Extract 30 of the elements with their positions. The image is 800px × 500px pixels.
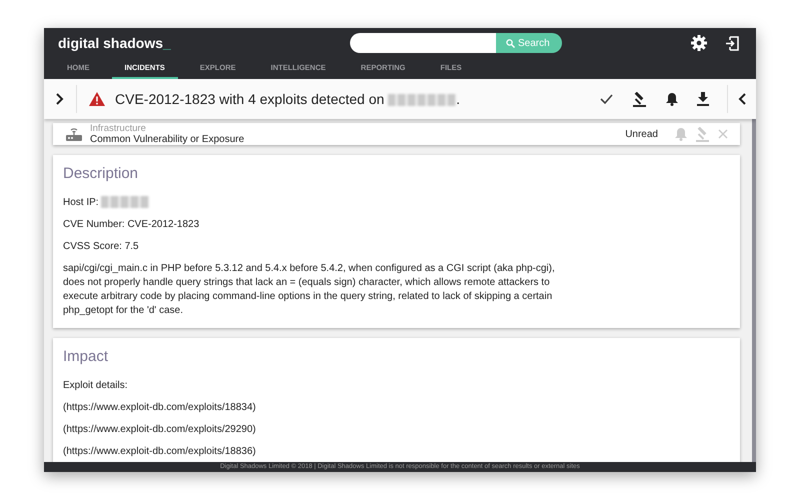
logo[interactable]: digital shadows_ — [58, 35, 350, 51]
status-label: Unread — [625, 128, 658, 140]
incident-title: CVE-2012-1823 with 4 exploits detected on — [115, 91, 384, 107]
chevron-right-icon[interactable] — [56, 93, 64, 105]
router-icon — [65, 126, 83, 142]
exploit-link[interactable]: (https://www.exploit-db.com/exploits/29290) — [63, 423, 730, 437]
exploit-link[interactable]: (https://www.exploit-db.com/exploits/18836) — [63, 445, 730, 459]
settings-icon[interactable] — [691, 35, 707, 51]
check-icon[interactable] — [600, 94, 613, 104]
redacted-text — [388, 94, 456, 106]
bell-icon[interactable] — [666, 92, 678, 106]
detail-line: CVSS Score: 7.5 — [63, 240, 140, 254]
search-field[interactable] — [350, 33, 496, 53]
gavel-icon[interactable] — [632, 92, 647, 106]
description-text: sapi/cgi/cgi_main.c in PHP before 5.3.12 and 5.4.x before 5.4.2, when configured as a CGI script (aka php-cgi), does not properly handle query strings that lack an = (equals sign) character, which allows remote attackers to execute arbitrary code by placing command-line options in the query string, related to lack of skipping a certain php_getopt for the 'd' case. — [63, 262, 556, 318]
warning-icon — [89, 92, 105, 106]
redacted-text — [101, 196, 150, 208]
host-ip-label: Host IP: — [63, 197, 99, 208]
category-label: Infrastructure — [90, 123, 147, 134]
section-heading: Description — [63, 165, 140, 182]
exploit-link[interactable]: (https://www.exploit-db.com/exploits/18834) — [63, 401, 730, 415]
download-icon[interactable] — [697, 92, 709, 106]
detail-line: CVE Number: CVE-2012-1823 — [63, 218, 200, 232]
detail-line: Exploit details: — [63, 379, 128, 393]
title-period: . — [456, 91, 460, 107]
search-icon — [506, 38, 515, 48]
chevron-left-icon[interactable] — [738, 93, 746, 105]
section-heading: Impact — [63, 348, 110, 365]
incident-type: Common Vulnerability or Exposure — [90, 134, 244, 145]
logout-icon[interactable] — [725, 36, 740, 50]
